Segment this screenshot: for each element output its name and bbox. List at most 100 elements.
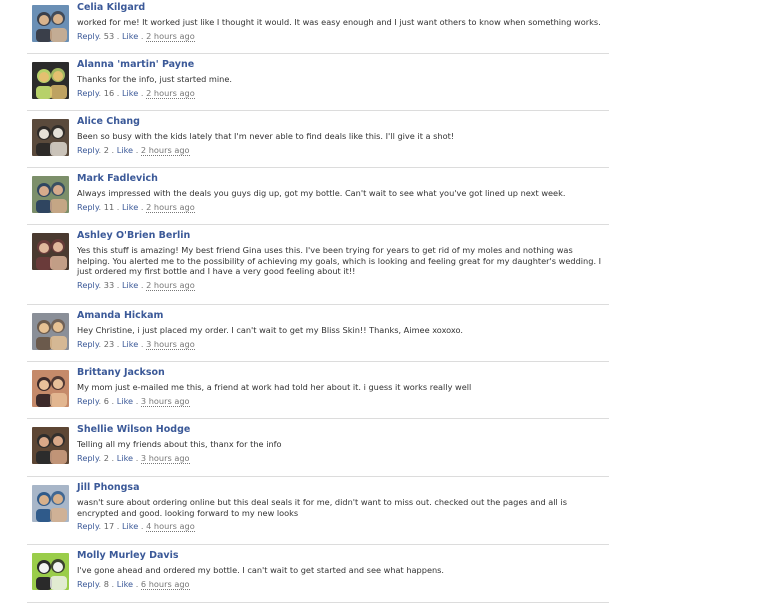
comment-text: Thanks for the info, just started mine. bbox=[77, 74, 232, 84]
separator-space: . bbox=[108, 452, 117, 463]
comment-body: Alanna 'martin' Payne Thanks for the info… bbox=[77, 59, 605, 99]
reply-link[interactable]: Reply bbox=[77, 88, 99, 98]
timestamp[interactable]: 2 hours ago bbox=[140, 144, 190, 156]
like-link[interactable]: Like bbox=[117, 396, 133, 406]
like-link[interactable]: Like bbox=[122, 280, 138, 290]
comment-text: worked for me! It worked just like I tho… bbox=[77, 17, 601, 27]
comment-text: wasn't sure about ordering online but th… bbox=[77, 497, 567, 518]
comment-body: Shellie Wilson Hodge Telling all my frien… bbox=[77, 424, 605, 464]
timestamp[interactable]: 2 hours ago bbox=[146, 279, 195, 291]
comment: Brittany Jackson My mom just e-mailed me … bbox=[27, 362, 609, 419]
comment: Ashley O'Brien Berlin Yes this stuff is a… bbox=[27, 225, 609, 305]
commenter-name[interactable]: Brittany Jackson bbox=[77, 367, 605, 379]
reply-link[interactable]: Reply bbox=[77, 579, 99, 589]
avatar[interactable] bbox=[32, 485, 69, 522]
comment: Alice Chang Been so busy with the kids la… bbox=[27, 111, 609, 168]
like-count: 11 bbox=[103, 201, 115, 212]
like-count: 53 bbox=[103, 30, 115, 41]
reply-link[interactable]: Reply bbox=[77, 202, 99, 212]
reply-link[interactable]: Reply bbox=[77, 280, 99, 290]
timestamp[interactable]: 2 hours ago bbox=[146, 87, 195, 99]
avatar[interactable] bbox=[32, 119, 69, 156]
like-link[interactable]: Like bbox=[117, 579, 133, 589]
comment-body: Brittany Jackson My mom just e-mailed me … bbox=[77, 367, 605, 407]
like-count: 33 bbox=[103, 279, 115, 290]
avatar[interactable] bbox=[32, 553, 69, 590]
comment-body: Jill Phongsa wasn't sure about ordering o… bbox=[77, 482, 605, 532]
avatar-photo bbox=[32, 233, 69, 270]
commenter-name[interactable]: Celia Kilgard bbox=[77, 2, 605, 14]
commenter-name[interactable]: Ashley O'Brien Berlin bbox=[77, 230, 605, 242]
commenter-name[interactable]: Amanda Hickam bbox=[77, 310, 605, 322]
like-link[interactable]: Like bbox=[122, 202, 138, 212]
timestamp[interactable]: 3 hours ago bbox=[140, 395, 190, 407]
comment: Molly Murley Davis I've gone ahead and or… bbox=[27, 545, 609, 603]
timestamp[interactable]: 3 hours ago bbox=[140, 452, 190, 464]
reply-link[interactable]: Reply bbox=[77, 339, 99, 349]
comment-meta: Reply. 2 . Like . 3 hours ago bbox=[77, 452, 605, 464]
reply-link[interactable]: Reply bbox=[77, 31, 99, 41]
like-link[interactable]: Like bbox=[122, 521, 138, 531]
timestamp[interactable]: 2 hours ago bbox=[146, 201, 195, 213]
avatar[interactable] bbox=[32, 233, 69, 270]
reply-link[interactable]: Reply bbox=[77, 521, 99, 531]
avatar[interactable] bbox=[32, 313, 69, 350]
avatar-photo bbox=[32, 176, 69, 213]
comment-meta: Reply. 6 . Like . 3 hours ago bbox=[77, 395, 605, 407]
separator-space: . bbox=[114, 279, 122, 290]
reply-link[interactable]: Reply bbox=[77, 145, 99, 155]
comment-body: Celia Kilgard worked for me! It worked ju… bbox=[77, 2, 605, 42]
like-link[interactable]: Like bbox=[122, 339, 138, 349]
reply-link[interactable]: Reply bbox=[77, 396, 99, 406]
avatar-photo bbox=[32, 370, 69, 407]
comment-body: Alice Chang Been so busy with the kids la… bbox=[77, 116, 605, 156]
like-link[interactable]: Like bbox=[122, 88, 138, 98]
avatar[interactable] bbox=[32, 62, 69, 99]
separator-dot: . bbox=[138, 521, 147, 531]
comment-meta: Reply. 17 . Like . 4 hours ago bbox=[77, 521, 605, 532]
separator-space: . bbox=[108, 578, 117, 589]
separator-space: . bbox=[114, 30, 122, 41]
commenter-name[interactable]: Alice Chang bbox=[77, 116, 605, 128]
timestamp[interactable]: 3 hours ago bbox=[146, 338, 195, 350]
avatar[interactable] bbox=[32, 176, 69, 213]
separator-dot: . bbox=[133, 144, 141, 155]
like-link[interactable]: Like bbox=[117, 145, 133, 155]
comment-meta: Reply. 33 . Like . 2 hours ago bbox=[77, 279, 605, 291]
reply-link[interactable]: Reply bbox=[77, 453, 99, 463]
like-link[interactable]: Like bbox=[117, 453, 133, 463]
commenter-name[interactable]: Molly Murley Davis bbox=[77, 550, 605, 562]
timestamp[interactable]: 4 hours ago bbox=[146, 521, 195, 532]
commenter-name[interactable]: Jill Phongsa bbox=[77, 482, 605, 494]
comment-body: Ashley O'Brien Berlin Yes this stuff is a… bbox=[77, 230, 605, 291]
comment: Alanna 'martin' Payne Thanks for the info… bbox=[27, 54, 609, 111]
comment-body: Mark Fadlevich Always impressed with the … bbox=[77, 173, 605, 213]
comment-meta: Reply. 2 . Like . 2 hours ago bbox=[77, 144, 605, 156]
timestamp[interactable]: 6 hours ago bbox=[140, 578, 190, 590]
commenter-name[interactable]: Alanna 'martin' Payne bbox=[77, 59, 605, 71]
comment-meta: Reply. 23 . Like . 3 hours ago bbox=[77, 338, 605, 350]
comment: Shellie Wilson Hodge Telling all my frien… bbox=[27, 419, 609, 477]
avatar[interactable] bbox=[32, 5, 69, 42]
comment-body: Molly Murley Davis I've gone ahead and or… bbox=[77, 550, 605, 590]
commenter-name[interactable]: Mark Fadlevich bbox=[77, 173, 605, 185]
separator-space: . bbox=[114, 521, 122, 531]
separator-dot: . bbox=[133, 452, 141, 463]
like-link[interactable]: Like bbox=[122, 31, 138, 41]
comment-text: My mom just e-mailed me this, a friend a… bbox=[77, 382, 472, 392]
avatar-photo bbox=[32, 62, 69, 99]
separator-dot: . bbox=[133, 578, 141, 589]
separator-space: . bbox=[114, 87, 122, 98]
comment-meta: Reply. 11 . Like . 2 hours ago bbox=[77, 201, 605, 213]
comment-body: Amanda Hickam Hey Christine, i just place… bbox=[77, 310, 605, 350]
avatar[interactable] bbox=[32, 427, 69, 464]
comment: Amanda Hickam Hey Christine, i just place… bbox=[27, 305, 609, 362]
avatar-photo bbox=[32, 427, 69, 464]
commenter-name[interactable]: Shellie Wilson Hodge bbox=[77, 424, 605, 436]
avatar[interactable] bbox=[32, 370, 69, 407]
comment-meta: Reply. 8 . Like . 6 hours ago bbox=[77, 578, 605, 590]
separator-dot: . bbox=[133, 395, 141, 406]
separator-dot: . bbox=[138, 338, 147, 349]
separator-dot: . bbox=[138, 279, 147, 290]
timestamp[interactable]: 2 hours ago bbox=[146, 30, 195, 42]
